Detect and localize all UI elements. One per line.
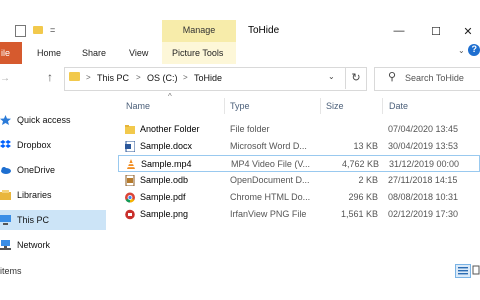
file-name: Sample.png [140,209,189,219]
nav-this-pc[interactable]: This PC [0,210,106,230]
database-document-icon [125,175,135,186]
star-icon [0,115,11,125]
column-header-date[interactable]: Date [389,101,408,111]
minimize-button[interactable]: — [386,22,412,40]
up-button[interactable]: ↑ [47,70,53,84]
nav-label: This PC [17,215,50,225]
file-date: 31/12/2019 00:00 [389,159,460,169]
file-type: MP4 Video File (V... [231,159,311,169]
column-divider[interactable] [224,98,225,114]
crumb-this-pc[interactable]: This PC [97,73,129,83]
folder-icon [125,125,135,134]
expand-ribbon-icon[interactable]: ⌄ [458,46,465,55]
tab-picture-tools[interactable]: Picture Tools [172,48,223,58]
crumb-sep[interactable]: > [183,73,188,82]
properties-icon[interactable] [15,25,26,37]
crumb-tohide[interactable]: ToHide [194,73,222,83]
help-icon[interactable]: ? [468,44,480,56]
file-tab-label: ile [1,48,11,58]
file-type: IrfanView PNG File [230,209,307,219]
column-header-type[interactable]: Type [230,101,250,111]
close-button[interactable]: ✕ [455,22,480,40]
address-folder-icon [69,72,80,81]
manage-label: Manage [182,25,216,35]
file-type: File folder [230,124,270,134]
nav-dropbox[interactable]: Dropbox [0,135,106,155]
file-row[interactable]: Sample.docx Microsoft Word D... 13 KB 30… [118,138,480,155]
large-icons-view-icon [472,265,480,275]
computer-icon [0,215,11,225]
nav-label: Libraries [17,190,52,200]
column-divider[interactable] [382,98,383,114]
nav-label: Dropbox [17,140,52,150]
new-folder-icon[interactable] [33,26,43,34]
tab-home[interactable]: Home [37,48,61,58]
tab-view[interactable]: View [129,48,148,58]
file-date: 27/11/2018 14:15 [388,175,458,185]
word-document-icon [125,141,135,152]
nav-onedrive[interactable]: OneDrive [0,160,106,180]
file-type: Microsoft Word D... [230,141,307,151]
nav-label: Network [17,240,51,250]
address-history-dropdown[interactable]: ⌄ [328,72,335,81]
file-name: Sample.odb [140,175,189,185]
file-date: 30/04/2019 13:53 [388,141,459,151]
crumb-sep[interactable]: > [136,73,141,82]
crumb-os-c[interactable]: OS (C:) [147,73,178,83]
libraries-icon [0,190,11,200]
file-tab[interactable]: ile [0,42,22,64]
file-size: 13 KB [353,141,378,151]
file-size: 2 KB [358,175,378,185]
network-icon [0,240,11,250]
window-title: ToHide [248,25,280,36]
file-name: Sample.pdf [140,192,186,202]
dropbox-icon [0,140,11,148]
nav-label: Quick access [17,115,71,125]
file-date: 02/12/2019 17:30 [388,209,459,219]
irfanview-icon [125,209,135,220]
chrome-icon [125,192,135,203]
nav-network[interactable]: Network [0,235,106,255]
file-row[interactable]: Sample.odb OpenDocument D... 2 KB 27/11/… [118,172,480,189]
file-name: Sample.docx [140,141,193,151]
file-type: Chrome HTML Do... [230,192,311,202]
file-date: 08/08/2018 10:31 [388,192,459,202]
file-size: 4,762 KB [341,159,379,169]
nav-label: OneDrive [17,165,56,175]
maximize-button[interactable]: ☐ [423,22,449,40]
file-row-selected[interactable]: Sample.mp4 MP4 Video File (V... 4,762 KB… [118,155,480,172]
file-size: 1,561 KB [340,209,378,219]
file-type: OpenDocument D... [230,175,310,185]
column-header-size[interactable]: Size [326,101,344,111]
customize-toolbar-icon[interactable]: = [50,25,55,35]
ribbon-tabs [0,42,480,65]
forward-button[interactable]: → [0,73,10,84]
details-view-icon [458,267,468,275]
cloud-icon [1,167,11,174]
column-header-name[interactable]: Name [126,101,150,111]
sort-indicator-icon: ^ [168,92,172,101]
file-row[interactable]: Another Folder File folder 07/04/2020 13… [118,121,480,138]
nav-libraries[interactable]: Libraries [0,185,106,205]
file-name: Sample.mp4 [141,159,192,169]
refresh-button[interactable]: ↻ [345,67,366,89]
tab-share[interactable]: Share [82,48,106,58]
file-size: 296 KB [348,192,378,202]
status-item-count: items [0,266,22,276]
nav-quick-access[interactable]: Quick access [0,110,106,130]
file-row[interactable]: Sample.png IrfanView PNG File 1,561 KB 0… [118,206,480,223]
crumb-sep[interactable]: > [86,73,91,82]
file-name: Another Folder [140,124,200,134]
search-placeholder: Search ToHide [405,73,464,83]
help-glyph: ? [471,44,478,54]
file-date: 07/04/2020 13:45 [388,124,459,134]
column-divider[interactable] [320,98,321,114]
file-row[interactable]: Sample.pdf Chrome HTML Do... 296 KB 08/0… [118,189,480,206]
vlc-cone-icon [127,159,135,169]
large-icons-view-button[interactable] [472,264,480,276]
search-icon: ⚲ [388,71,397,83]
details-view-button[interactable] [455,264,471,278]
